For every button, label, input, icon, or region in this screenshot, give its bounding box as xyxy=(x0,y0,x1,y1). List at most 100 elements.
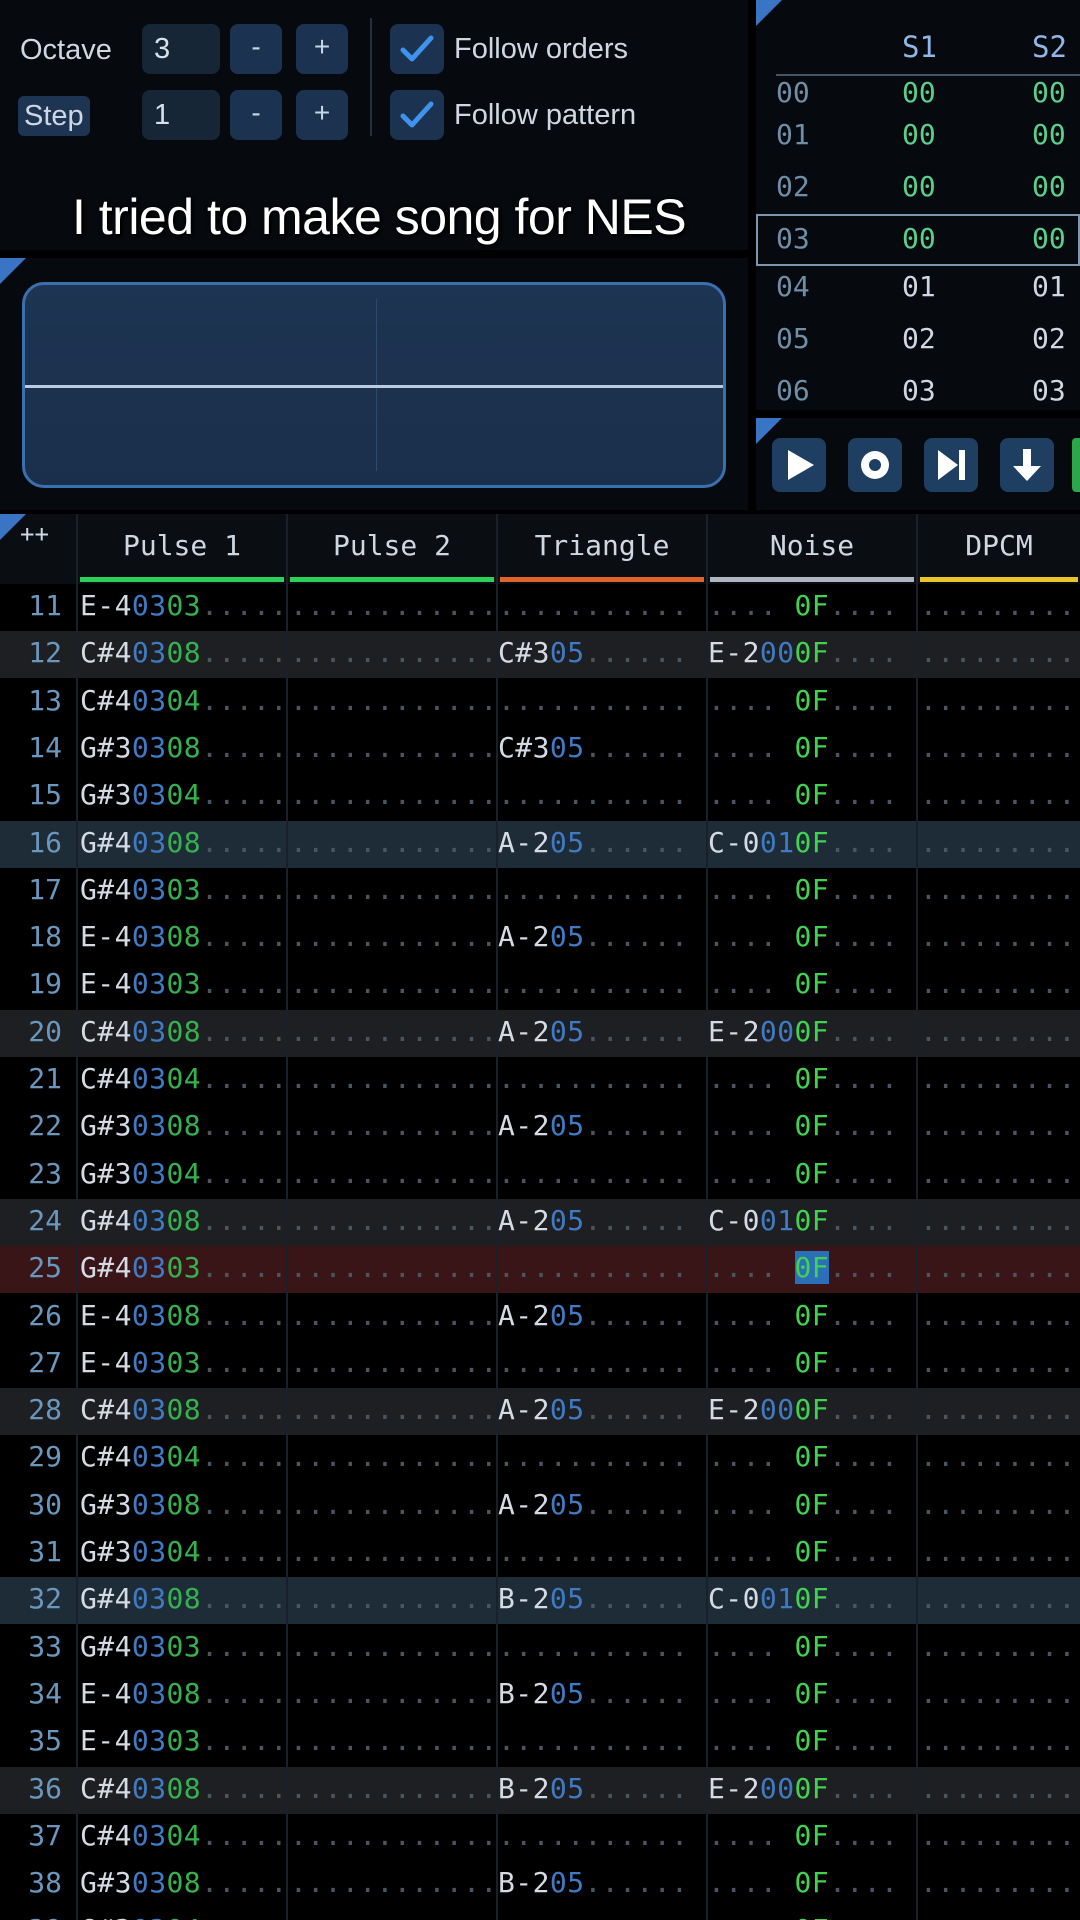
noise-effect: 0F xyxy=(794,1062,830,1095)
pattern-row[interactable]: 11 E-4 03 03...............................… xyxy=(0,584,1080,631)
row-number: 12 xyxy=(28,636,62,670)
pattern-row[interactable]: 35 E-4 03 03...............................… xyxy=(0,1719,1080,1766)
empty-cells: .... xyxy=(829,825,899,859)
noise-note: C-0 xyxy=(708,1582,760,1616)
empty-cells: ..... xyxy=(201,1345,288,1379)
play-button[interactable] xyxy=(772,438,826,492)
octave-input[interactable]: 3 xyxy=(142,24,220,74)
empty-cells: .... xyxy=(708,967,778,1001)
pattern-row[interactable]: 29 C#4 03 04...............................… xyxy=(0,1435,1080,1482)
empty-cells: .... xyxy=(829,1676,899,1710)
row-number: 24 xyxy=(28,1203,62,1237)
empty-cells: ............ xyxy=(290,589,498,622)
row-number: 28 xyxy=(28,1393,62,1427)
empty-cells: .... xyxy=(829,1345,899,1379)
pulse1-volume: 08 xyxy=(166,1109,202,1143)
pattern-row[interactable]: 33 G#4 03 03...............................… xyxy=(0,1625,1080,1672)
pattern-row[interactable]: 20 C#4 03 08................. A-2 05...... E-2… xyxy=(0,1009,1080,1057)
pattern-row[interactable]: 39 G#30304...............................… xyxy=(0,1908,1080,1920)
pattern-row[interactable]: 37 C#4 03 04...............................… xyxy=(0,1814,1080,1861)
empty-cells: ..... xyxy=(201,872,288,906)
pattern-row[interactable]: 15 G#3 03 04...............................… xyxy=(0,773,1080,820)
pattern-row[interactable]: 25 G#4 03 03...............................… xyxy=(0,1246,1080,1294)
empty-cells: .... xyxy=(829,1535,899,1568)
order-cell-idx: 03 xyxy=(776,222,810,255)
pulse1-instrument: 03 xyxy=(131,825,167,859)
follow-orders-checkbox[interactable] xyxy=(390,24,444,74)
noise-effect: 0F xyxy=(794,825,830,859)
channel-header-triangle[interactable]: Triangle xyxy=(496,514,706,584)
record-button[interactable] xyxy=(848,438,902,492)
order-row[interactable]: 03 00 00 xyxy=(756,214,1080,266)
pattern-corner-button[interactable]: ++ xyxy=(0,514,76,584)
step-increment-button[interactable]: + xyxy=(296,90,348,140)
octave-decrement-button[interactable]: - xyxy=(230,24,282,74)
pattern-row[interactable]: 22 G#3 03 08................. A-2 05.........… xyxy=(0,1104,1080,1151)
step-forward-button[interactable] xyxy=(924,438,978,492)
empty-cells: .... xyxy=(829,1062,899,1095)
channel-name: Pulse 1 xyxy=(122,529,241,562)
empty-cells: .... xyxy=(829,1487,899,1521)
pattern-row[interactable]: 34 E-4 03 08................. B-2 05.........… xyxy=(0,1672,1080,1719)
extra-button-edge[interactable] xyxy=(1072,438,1080,492)
pattern-row[interactable]: 18 E-4 03 08................. A-2 05.........… xyxy=(0,915,1080,962)
pattern-row[interactable]: 27 E-4 03 03...............................… xyxy=(0,1341,1080,1388)
octave-increment-button[interactable]: + xyxy=(296,24,348,74)
triangle-note: A-2 xyxy=(498,1203,550,1237)
empty-cells: ............ xyxy=(290,730,498,764)
channel-header-noise[interactable]: Noise xyxy=(706,514,916,584)
channel-header-pulse-1[interactable]: Pulse 1 xyxy=(76,514,286,584)
pattern-row[interactable]: 23 G#3 03 04...............................… xyxy=(0,1152,1080,1199)
pattern-row[interactable]: 26 E-4 03 08................. A-2 05.........… xyxy=(0,1294,1080,1341)
channel-header-dpcm[interactable]: DPCM xyxy=(916,514,1080,584)
pulse1-note: E-4 xyxy=(80,967,132,1001)
pattern-row[interactable]: 14 G#3 03 08................. C#3 05.........… xyxy=(0,726,1080,773)
empty-cells: ...... xyxy=(584,1771,689,1805)
pattern-row[interactable]: 21 C#4 03 04...............................… xyxy=(0,1057,1080,1104)
step-input[interactable]: 1 xyxy=(142,90,220,140)
pattern-row[interactable]: 16 G#4 03 08................. A-2 05...... C-0… xyxy=(0,820,1080,868)
pattern-row[interactable]: 17 G#4 03 03...............................… xyxy=(0,868,1080,915)
follow-pattern-checkbox[interactable] xyxy=(390,90,444,140)
channel-header-pulse-2[interactable]: Pulse 2 xyxy=(286,514,496,584)
pattern-row[interactable]: 38 G#3 03 08................. B-2 05.........… xyxy=(0,1861,1080,1908)
pulse1-volume: 04 xyxy=(166,683,202,717)
empty-cells: ......... xyxy=(920,1676,1076,1710)
empty-cells: ......... xyxy=(920,1345,1076,1379)
empty-cells: ............ xyxy=(290,1062,498,1095)
empty-cells: .... xyxy=(708,1298,778,1332)
pattern-header: ++ Pulse 1 Pulse 2 Triangle Noise DPCM xyxy=(0,514,1080,584)
triangle-instrument: 05 xyxy=(549,1203,585,1237)
empty-cells: ..... xyxy=(201,778,288,812)
pattern-row[interactable]: 28 C#4 03 08................. A-2 05...... E-2… xyxy=(0,1388,1080,1436)
pattern-row[interactable]: 19 E-4 03 03...............................… xyxy=(0,962,1080,1009)
follow-down-button[interactable] xyxy=(1000,438,1054,492)
channel-color-bar xyxy=(710,577,914,582)
order-cell-s2: 00 xyxy=(1032,118,1066,151)
row-number: 15 xyxy=(28,778,62,812)
empty-cells: ......... xyxy=(920,1440,1076,1474)
pattern-row[interactable]: 13 C#4 03 04...............................… xyxy=(0,679,1080,726)
pattern-row[interactable]: 24 G#4 03 08................. A-2 05...... C-0… xyxy=(0,1198,1080,1246)
pulse1-instrument: 03 xyxy=(131,1109,167,1143)
order-row[interactable]: 01 00 00 xyxy=(756,110,1080,162)
triangle-note: B-2 xyxy=(498,1771,550,1805)
pattern-row[interactable]: 30 G#3 03 08................. A-2 05.........… xyxy=(0,1483,1080,1530)
row-number: 29 xyxy=(28,1440,62,1474)
column-separator xyxy=(916,514,918,1920)
pattern-row[interactable]: 31 G#3 03 04...............................… xyxy=(0,1530,1080,1577)
triangle-instrument: 05 xyxy=(549,1298,585,1332)
noise-effect: 0F xyxy=(795,1913,830,1920)
pattern-row[interactable]: 12 C#4 03 08................. C#3 05...... E-2… xyxy=(0,631,1080,679)
step-decrement-button[interactable]: - xyxy=(230,90,282,140)
noise-effect: 0F xyxy=(794,1298,830,1332)
pattern-row[interactable]: 36 C#4 03 08................. B-2 05...... E-2… xyxy=(0,1766,1080,1814)
triangle-note: A-2 xyxy=(498,825,550,859)
order-row[interactable]: 05 02 02 xyxy=(756,314,1080,366)
order-row[interactable]: 04 01 01 xyxy=(756,262,1080,314)
pattern-editor[interactable]: ++ Pulse 1 Pulse 2 Triangle Noise DPCM 11 E-4… xyxy=(0,514,1080,1920)
pattern-row[interactable]: 32 G#4 03 08................. B-2 05...... C-0… xyxy=(0,1577,1080,1625)
order-row[interactable]: 02 00 00 xyxy=(756,162,1080,214)
play-icon xyxy=(788,450,814,480)
order-row[interactable]: 06 03 03 xyxy=(756,366,1080,410)
